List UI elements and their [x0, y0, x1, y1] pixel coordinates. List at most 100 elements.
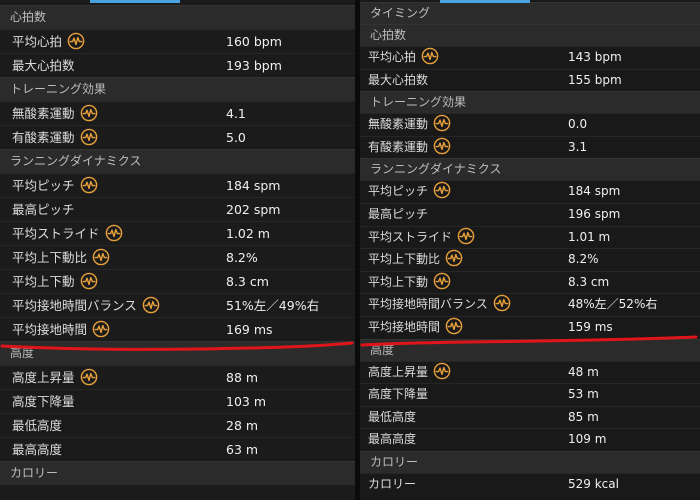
stat-label: 平均接地時間バランス: [12, 294, 160, 317]
stat-value: 53 m: [568, 387, 599, 402]
stat-label-text: 高度上昇量: [12, 370, 75, 385]
section-header: カロリー: [0, 461, 355, 485]
stat-label-text: 平均上下動: [12, 274, 75, 289]
stat-label-text: 平均ストライド: [12, 226, 100, 241]
stat-label: 平均ストライド: [368, 227, 475, 249]
stat-label-text: 平均心拍: [12, 34, 63, 49]
heart-rate-zone-icon[interactable]: [457, 227, 475, 245]
stat-label: 最高ピッチ: [12, 198, 75, 221]
stat-row: 高度上昇量 48 m: [360, 360, 700, 384]
heart-rate-zone-icon[interactable]: [80, 104, 98, 122]
heart-rate-zone-icon[interactable]: [92, 248, 110, 266]
stat-label-text: 高度下降量: [368, 387, 429, 402]
stat-value: 1.01 m: [568, 229, 611, 244]
section-header: カロリー: [360, 450, 700, 473]
stat-row: カロリー 529 kcal: [360, 472, 700, 496]
heart-rate-zone-icon[interactable]: [493, 294, 511, 312]
heart-rate-zone-icon[interactable]: [433, 272, 451, 290]
stat-value: 8.3 cm: [226, 274, 269, 289]
stat-label: 平均心拍: [12, 30, 85, 53]
stat-label: 平均ピッチ: [12, 174, 98, 197]
stat-label: 平均上下動比: [12, 246, 110, 269]
stat-label-text: 最低高度: [368, 409, 417, 424]
stat-value: 8.2%: [226, 250, 258, 265]
stat-label-text: 無酸素運動: [12, 106, 75, 121]
heart-rate-zone-icon[interactable]: [92, 320, 110, 338]
stat-row: 無酸素運動 0.0: [360, 113, 700, 136]
stat-row: 平均ストライド 1.01 m: [360, 225, 700, 249]
tab-indicator: [440, 0, 530, 3]
section-header: タイミング: [360, 2, 700, 24]
stat-value: 51%左／49%右: [226, 298, 320, 313]
stat-value: 196 spm: [568, 206, 621, 221]
stat-value: 88 m: [226, 370, 259, 385]
stat-value: 48%左／52%右: [568, 297, 658, 312]
stat-value: 8.2%: [568, 252, 599, 267]
stat-label: 平均接地時間: [12, 318, 110, 341]
stat-label: 有酸素運動: [368, 137, 451, 159]
stat-label: 高度下降量: [12, 390, 75, 413]
section-header: ランニングダイナミクス: [0, 149, 355, 173]
stat-value: 63 m: [226, 442, 259, 457]
section-header: トレーニング効果: [360, 91, 700, 114]
stat-row: 高度下降量 103 m: [0, 389, 355, 413]
stat-label-text: 有酸素運動: [368, 139, 429, 154]
stat-row: 最大心拍数 155 bpm: [360, 68, 700, 92]
heart-rate-zone-icon[interactable]: [433, 114, 451, 132]
heart-rate-zone-icon[interactable]: [142, 296, 160, 314]
heart-rate-zone-icon[interactable]: [67, 32, 85, 50]
heart-rate-zone-icon[interactable]: [445, 249, 463, 267]
stat-row: 平均接地時間 169 ms: [0, 317, 355, 341]
stat-value: 169 ms: [226, 322, 273, 337]
stat-label-text: 最大心拍数: [368, 72, 429, 87]
stat-value: 4.1: [226, 106, 246, 121]
stat-row: 最大心拍数 193 bpm: [0, 53, 355, 77]
right-stats-list: タイミング 心拍数平均心拍 143 bpm 最大心拍数 155 bpm トレーニング効果無…: [360, 0, 700, 496]
stat-label: 有酸素運動: [12, 126, 98, 149]
section-header: 高度: [0, 341, 355, 365]
stat-label: 無酸素運動: [12, 102, 98, 125]
stat-label-text: 平均心拍: [368, 50, 417, 64]
stat-label-text: カロリー: [368, 476, 417, 491]
stat-value: 85 m: [568, 409, 599, 424]
heart-rate-zone-icon[interactable]: [80, 272, 98, 290]
stat-value: 155 bpm: [568, 72, 622, 87]
stat-value: 184 spm: [568, 184, 621, 199]
stat-row: 平均心拍 143 bpm: [360, 46, 700, 69]
section-header: トレーニング効果: [0, 77, 355, 101]
section-header: ランニングダイナミクス: [360, 158, 700, 181]
section-header: 高度: [360, 338, 700, 361]
stat-label-text: 平均ピッチ: [368, 184, 429, 199]
heart-rate-zone-icon[interactable]: [433, 137, 451, 155]
stat-label: 最高高度: [368, 429, 416, 451]
stat-label: 最大心拍数: [368, 70, 428, 92]
stat-row: 最高高度 109 m: [360, 428, 700, 451]
heart-rate-zone-icon[interactable]: [80, 128, 98, 146]
stat-label: 無酸素運動: [368, 114, 451, 136]
heart-rate-zone-icon[interactable]: [433, 181, 451, 199]
heart-rate-zone-icon[interactable]: [80, 368, 98, 386]
section-header: 心拍数: [360, 24, 700, 46]
section-header: 心拍数: [0, 5, 355, 29]
stat-value: 143 bpm: [568, 50, 622, 64]
stat-row: 平均上下動比 8.2%: [0, 245, 355, 269]
heart-rate-zone-icon[interactable]: [445, 317, 463, 335]
stat-label: 高度下降量: [368, 384, 428, 406]
stat-label: 最低高度: [368, 407, 416, 429]
stat-row: 平均接地時間バランス 51%左／49%右: [0, 293, 355, 317]
stat-value: 3.1: [568, 139, 588, 154]
stat-label: 高度上昇量: [368, 362, 451, 384]
heart-rate-zone-icon[interactable]: [105, 224, 123, 242]
stat-label-text: 平均上下動: [368, 274, 429, 289]
stat-value: 193 bpm: [226, 58, 282, 73]
stat-row: 高度下降量 53 m: [360, 383, 700, 406]
heart-rate-zone-icon[interactable]: [433, 362, 451, 380]
stat-label-text: 最大心拍数: [12, 58, 75, 73]
heart-rate-zone-icon[interactable]: [80, 176, 98, 194]
heart-rate-zone-icon[interactable]: [421, 47, 439, 65]
left-stats-list: 心拍数 平均心拍 160 bpm 最大心拍数 193 bpm トレーニング効果 無酸素運動 4…: [0, 0, 355, 485]
stat-label-text: 最高ピッチ: [368, 206, 429, 221]
stat-row: 高度上昇量 88 m: [0, 365, 355, 389]
stat-row: 平均上下動比 8.2%: [360, 248, 700, 271]
stat-label: カロリー: [368, 474, 416, 496]
